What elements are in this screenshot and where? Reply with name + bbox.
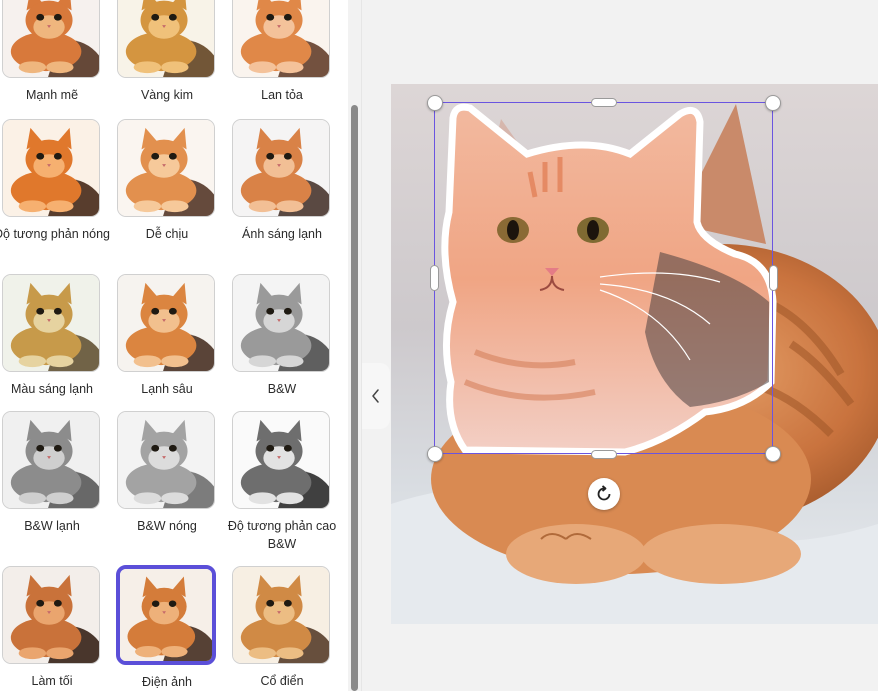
filter-thumbnail[interactable]: [2, 566, 100, 664]
filter-label: Làm tối: [31, 674, 73, 688]
filter-item[interactable]: Dễ chịu: [117, 119, 217, 243]
filter-label: B&W lạnh: [24, 519, 80, 533]
filter-item[interactable]: Độ tương phản nóng: [0, 119, 110, 243]
resize-handle-right[interactable]: [769, 265, 778, 291]
filter-item[interactable]: B&W: [232, 274, 332, 398]
filter-label: Điện ảnh: [141, 675, 193, 689]
filter-item[interactable]: Làm tối: [2, 566, 102, 690]
filter-label: Độ tương phản nóng: [0, 227, 110, 241]
filter-item[interactable]: Lan tỏa: [232, 0, 332, 104]
filter-label: Cổ điển: [260, 674, 304, 688]
filter-thumbnail[interactable]: [232, 274, 330, 372]
filter-thumbnail[interactable]: [232, 119, 330, 217]
filter-item[interactable]: Cổ điển: [232, 566, 332, 690]
filter-item[interactable]: Điện ảnh: [116, 565, 217, 691]
filter-thumbnail[interactable]: [117, 119, 215, 217]
filter-label: Độ tương phản cao B&W: [227, 519, 337, 551]
resize-handle-left[interactable]: [430, 265, 439, 291]
filter-item[interactable]: Mạnh mẽ: [2, 0, 102, 104]
panel-scrollbar[interactable]: [351, 105, 358, 691]
filter-thumbnail[interactable]: [232, 411, 330, 509]
filter-label: Mạnh mẽ: [25, 88, 79, 102]
resize-handle-top-right[interactable]: [765, 95, 781, 111]
filter-thumbnail[interactable]: [232, 566, 330, 664]
filter-item[interactable]: Màu sáng lạnh: [2, 274, 102, 398]
filter-thumbnail[interactable]: [2, 0, 100, 78]
filter-label: Vàng kim: [140, 88, 194, 102]
filter-thumbnail[interactable]: [2, 411, 100, 509]
resize-handle-bottom-right[interactable]: [765, 446, 781, 462]
filter-label: B&W nóng: [137, 519, 197, 533]
filter-thumbnail[interactable]: [232, 0, 330, 78]
filter-item[interactable]: Độ tương phản cao B&W: [228, 411, 336, 553]
filter-label: Dễ chịu: [145, 227, 189, 241]
resize-handle-top[interactable]: [591, 98, 617, 107]
filter-thumbnail[interactable]: [117, 411, 215, 509]
filter-thumbnail[interactable]: [116, 565, 216, 665]
collapse-panel-button[interactable]: [362, 363, 390, 429]
resize-handle-top-left[interactable]: [427, 95, 443, 111]
filter-thumbnail[interactable]: [117, 0, 215, 78]
cat-sticker-cutout[interactable]: [435, 102, 779, 458]
filter-thumbnail[interactable]: [2, 274, 100, 372]
chevron-left-icon: [372, 389, 379, 403]
filter-item[interactable]: B&W nóng: [117, 411, 217, 535]
rotate-button[interactable]: [588, 478, 620, 510]
filter-item[interactable]: Lạnh sâu: [117, 274, 217, 398]
resize-handle-bottom[interactable]: [591, 450, 617, 459]
image-canvas[interactable]: [391, 84, 878, 624]
panel-divider: [361, 0, 362, 691]
filter-label: Lạnh sâu: [141, 382, 193, 396]
filter-label: Ánh sáng lạnh: [242, 227, 322, 241]
rotate-icon: [597, 485, 611, 501]
filter-panel: Mạnh mẽ Vàng kim Lan tỏa Độ tương phản nóng…: [0, 0, 348, 691]
filter-item[interactable]: Vàng kim: [117, 0, 217, 104]
filter-label: B&W: [267, 382, 297, 396]
filter-label: Lan tỏa: [261, 88, 303, 102]
filter-thumbnail[interactable]: [117, 274, 215, 372]
filter-thumbnail[interactable]: [2, 119, 100, 217]
filter-item[interactable]: B&W lạnh: [2, 411, 102, 535]
filter-label: Màu sáng lạnh: [10, 382, 93, 396]
filter-item[interactable]: Ánh sáng lạnh: [232, 119, 332, 243]
resize-handle-bottom-left[interactable]: [427, 446, 443, 462]
